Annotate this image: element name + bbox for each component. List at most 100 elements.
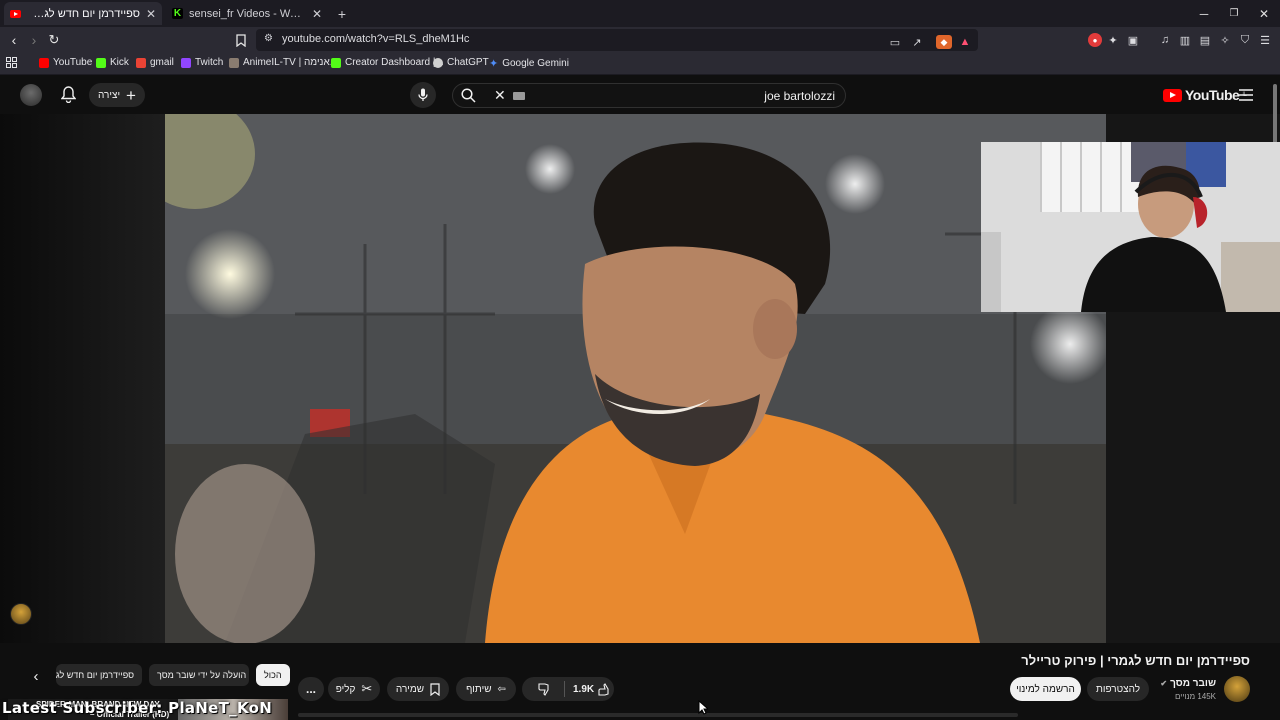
browser-menu-icon[interactable]: ☰ xyxy=(1258,33,1272,47)
sidebar-icon[interactable]: ▥ xyxy=(1178,33,1192,47)
close-tab-icon[interactable]: ✕ xyxy=(312,7,322,21)
bookmark-creator-dashboard[interactable]: Creator Dashboard |... xyxy=(331,57,444,68)
keyboard-icon[interactable] xyxy=(513,92,525,100)
bookmark-gemini[interactable]: ✦ Google Gemini xyxy=(489,57,569,70)
bookmark-gmail[interactable]: gmail xyxy=(136,57,174,68)
bookmark-label: ChatGPT xyxy=(447,57,489,68)
share-arrow-icon: ⇦ xyxy=(497,683,506,695)
search-icon[interactable] xyxy=(461,88,476,108)
video-title: ספיידרמן יום חדש לגמרי | פירוק טריילר xyxy=(1021,653,1250,668)
thumbs-up-icon xyxy=(598,682,609,696)
more-icon: ... xyxy=(305,682,316,696)
verified-check-icon: ✔ xyxy=(1160,679,1168,688)
save-bookmark-icon xyxy=(430,682,440,696)
tab-title: ספיידרמן יום חדש לגמרי | פירוק xyxy=(27,7,140,20)
clip-button[interactable]: קליפ ✂ xyxy=(328,677,380,701)
reload-icon[interactable]: ↻ xyxy=(44,30,64,50)
clip-label: קליפ xyxy=(335,683,356,695)
chip-related[interactable]: ספיידרמן יום חדש לג xyxy=(56,664,142,686)
streamer-webcam xyxy=(981,142,1280,312)
bookmark-page-icon[interactable] xyxy=(231,30,251,50)
extensions-puzzle-icon[interactable]: ✦ xyxy=(1106,33,1120,47)
bookmark-twitch[interactable]: Twitch xyxy=(181,57,223,68)
like-dislike-group: 1.9K xyxy=(522,677,614,701)
new-tab-button[interactable]: + xyxy=(332,2,352,25)
chip-label: ספיידרמן יום חדש לג xyxy=(56,670,134,680)
join-label: להצטרפות xyxy=(1095,683,1141,695)
channel-name: שובר מסך xyxy=(1170,678,1216,689)
youtube-logo-icon xyxy=(1163,88,1182,102)
video-player[interactable] xyxy=(165,114,1106,643)
subscribe-button[interactable]: הרשמה למינוי xyxy=(1010,677,1081,701)
channel-name-row[interactable]: שובר מסך ✔ xyxy=(1160,678,1216,689)
like-count: 1.9K xyxy=(573,683,595,695)
bookmark-youtube[interactable]: YouTube xyxy=(39,57,92,68)
dislike-button[interactable] xyxy=(532,682,556,696)
vpn-shield-icon[interactable]: ⛉ xyxy=(1238,33,1252,47)
leo-ai-icon[interactable]: ✧ xyxy=(1218,33,1232,47)
channel-avatar[interactable] xyxy=(1224,676,1250,702)
wallet-icon[interactable]: ▤ xyxy=(1198,33,1212,47)
like-button[interactable]: 1.9K xyxy=(573,682,611,696)
plus-icon: + xyxy=(126,85,136,105)
like-divider xyxy=(564,681,565,697)
tab-kick[interactable]: K sensei_fr Videos - Watch On-Deman ✕ xyxy=(166,2,328,25)
close-window-icon[interactable]: ✕ xyxy=(1248,0,1280,27)
browser-tab-bar: ספיידרמן יום חדש לגמרי | פירוק ✕ K sense… xyxy=(0,0,1280,27)
bookmark-chatgpt[interactable]: ChatGPT xyxy=(433,57,489,68)
share-button[interactable]: שיתוף ⇦ xyxy=(456,677,516,701)
hamburger-menu-icon[interactable] xyxy=(1239,88,1253,106)
youtube-logo[interactable]: YouTube IL xyxy=(1163,87,1247,103)
apps-grid-icon[interactable] xyxy=(6,57,17,68)
bookmark-label: Kick xyxy=(110,57,129,68)
chips-scroll-left-icon[interactable]: ‹ xyxy=(28,667,44,685)
floating-channel-avatar[interactable] xyxy=(10,603,32,625)
youtube-icon xyxy=(39,57,49,68)
horizontal-scrollbar[interactable] xyxy=(298,713,1018,717)
brave-shields-icon[interactable]: ◆ xyxy=(936,35,952,49)
chatgpt-icon xyxy=(433,57,443,68)
brave-rewards-icon[interactable]: ▲ xyxy=(958,35,972,49)
save-label: שמירה xyxy=(395,683,425,695)
video-left-gutter xyxy=(0,114,165,643)
tab-youtube[interactable]: ספיידרמן יום חדש לגמרי | פירוק ✕ xyxy=(4,2,162,25)
gmail-icon xyxy=(136,57,146,68)
address-bar[interactable]: ⚙ youtube.com/watch?v=RLS_dheM1Hc ▭ ↗ ◆ … xyxy=(256,29,978,51)
extension-record-icon[interactable]: ● xyxy=(1088,33,1102,47)
create-button[interactable]: יצירה + xyxy=(89,83,145,107)
share-page-icon[interactable]: ↗ xyxy=(910,35,924,49)
media-icon[interactable]: ♫ xyxy=(1158,33,1172,47)
minimize-icon[interactable]: ─ xyxy=(1188,0,1220,27)
bookmark-kick[interactable]: Kick xyxy=(96,57,129,68)
bookmark-animeil[interactable]: AnimeIL-TV | אנימה... xyxy=(229,57,338,68)
search-query: joe bartolozzi xyxy=(764,89,835,103)
more-actions-button[interactable]: ... xyxy=(298,677,324,701)
voice-search-icon[interactable] xyxy=(410,82,436,108)
scissors-icon: ✂ xyxy=(361,681,373,696)
latest-subscriber-overlay: Latest Subscriber: PlaNeT_KoN xyxy=(2,699,273,717)
animeil-icon xyxy=(229,57,239,68)
chip-by-uploader[interactable]: הועלה על ידי שובר מסך xyxy=(149,664,249,686)
reader-view-icon[interactable]: ▭ xyxy=(888,35,902,49)
bookmarks-bar: YouTube Kick gmail Twitch AnimeIL-TV | א… xyxy=(0,53,1280,75)
search-input[interactable]: ✕ joe bartolozzi xyxy=(452,83,846,108)
notifications-bell-icon[interactable] xyxy=(60,86,77,108)
thumbs-down-icon xyxy=(537,682,549,696)
forward-icon[interactable]: › xyxy=(24,30,44,50)
chip-label: הכול xyxy=(264,670,282,680)
site-info-icon[interactable]: ⚙ xyxy=(264,33,273,44)
chip-all[interactable]: הכול xyxy=(256,664,290,686)
restore-icon[interactable]: ❐ xyxy=(1218,0,1250,27)
account-avatar[interactable] xyxy=(20,84,42,106)
clear-search-icon[interactable]: ✕ xyxy=(494,87,506,104)
logo-text: YouTube xyxy=(1185,87,1240,103)
close-tab-icon[interactable]: ✕ xyxy=(146,7,156,21)
screenshot-icon[interactable]: ▣ xyxy=(1126,33,1140,47)
back-icon[interactable]: ‹ xyxy=(4,30,24,50)
twitch-icon xyxy=(181,57,191,68)
save-button[interactable]: שמירה xyxy=(387,677,449,701)
kick-icon xyxy=(96,57,106,68)
video-frame-picture xyxy=(165,114,1106,643)
bookmark-label: gmail xyxy=(150,57,174,68)
join-button[interactable]: להצטרפות xyxy=(1087,677,1149,701)
